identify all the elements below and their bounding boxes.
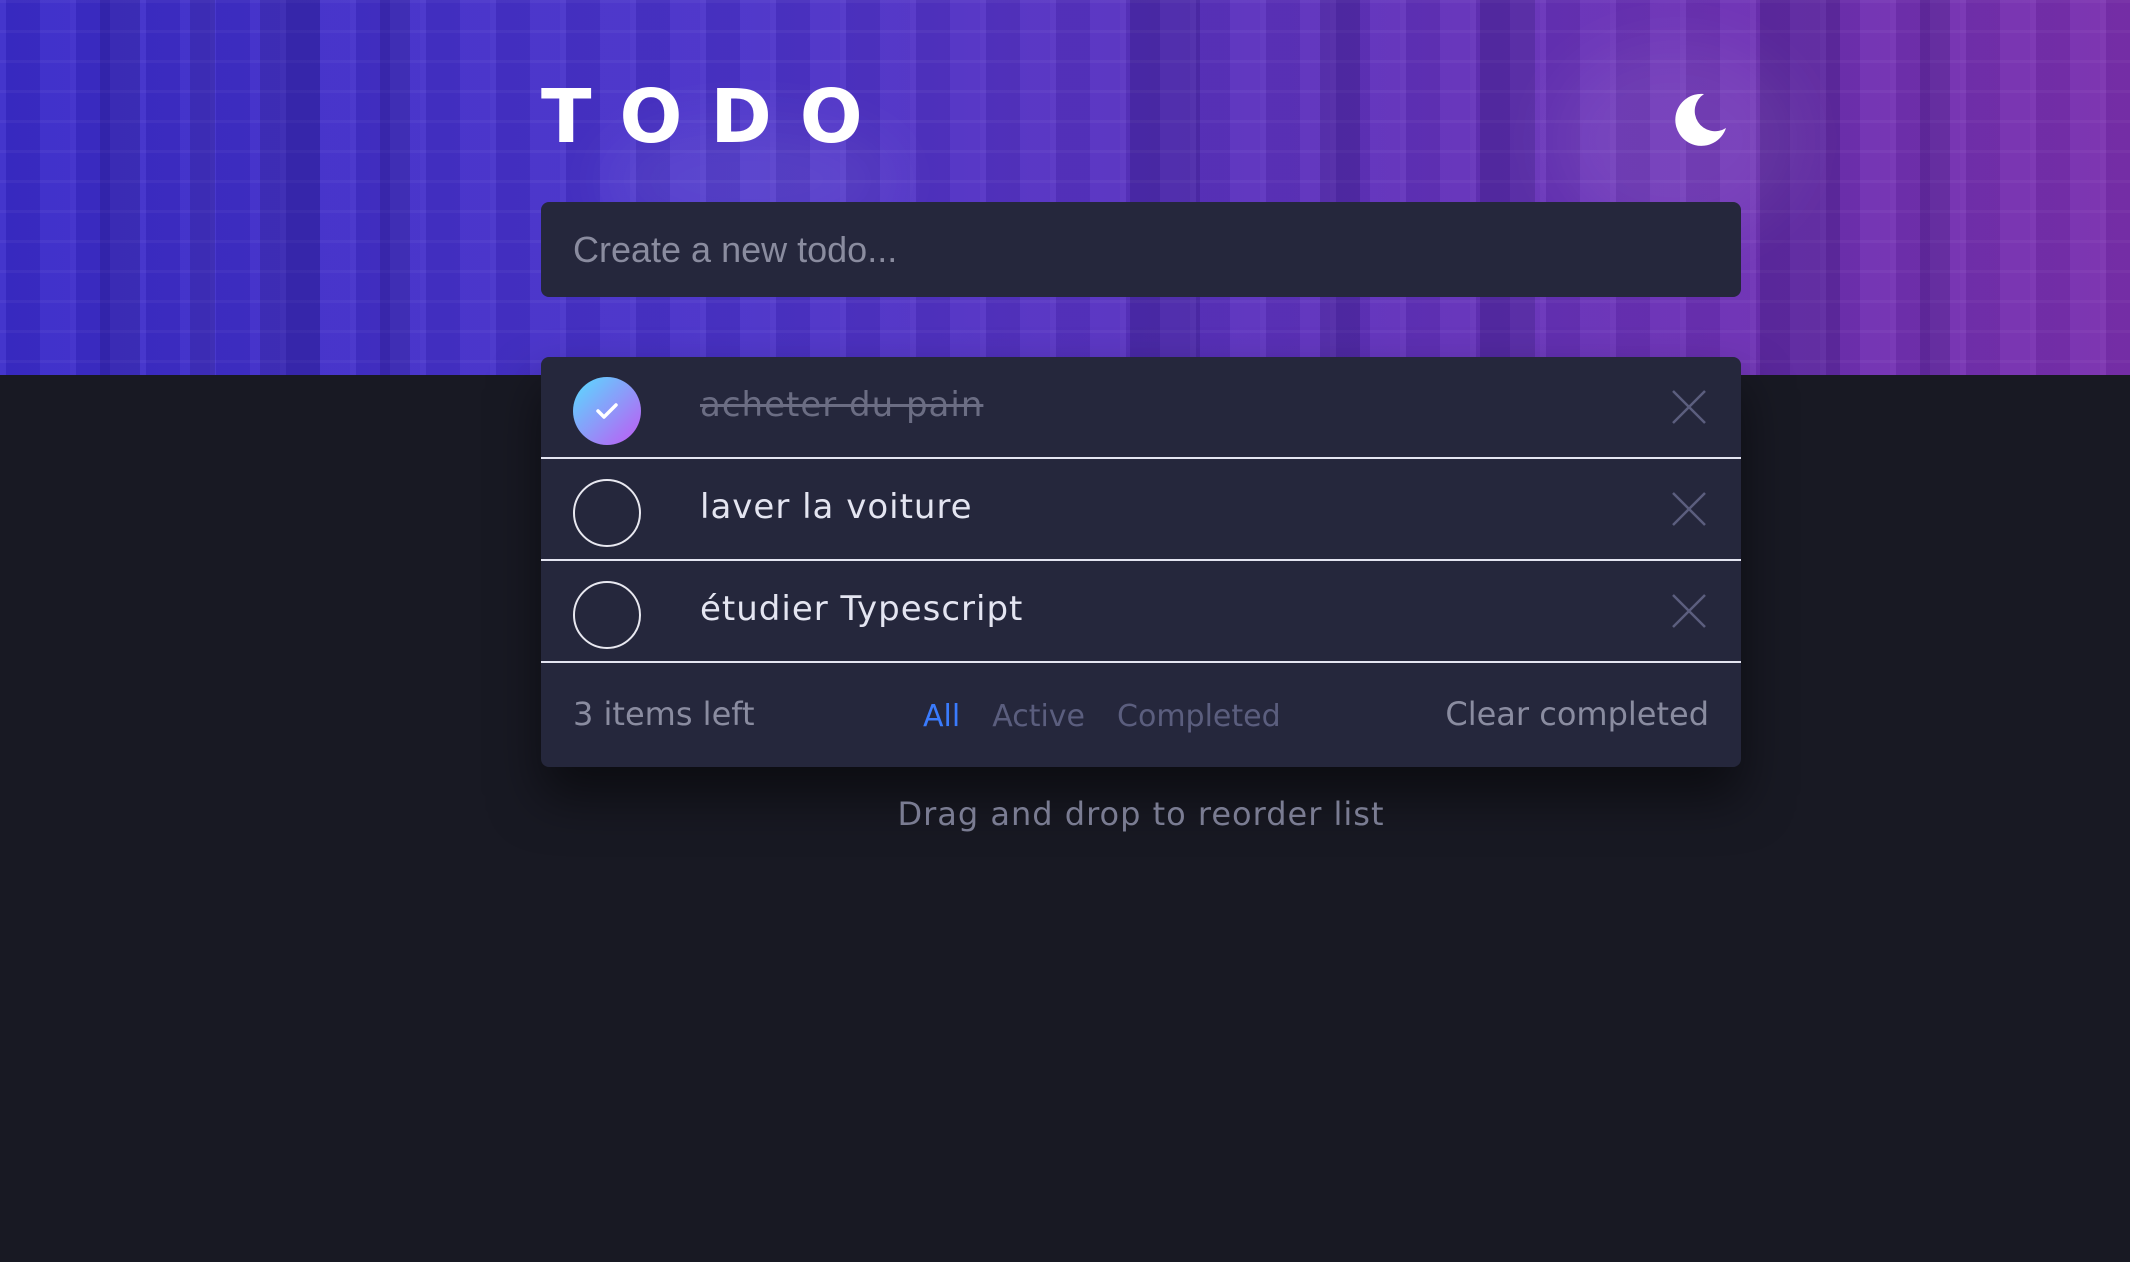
close-icon[interactable] xyxy=(1669,591,1709,631)
check-icon xyxy=(596,403,618,419)
todo-item[interactable]: laver la voiture xyxy=(541,459,1741,561)
new-todo-field[interactable] xyxy=(541,202,1741,297)
todo-item[interactable]: acheter du pain xyxy=(541,357,1741,459)
filter-group: All Active Completed xyxy=(923,699,1281,734)
close-icon[interactable] xyxy=(1669,387,1709,427)
filter-active[interactable]: Active xyxy=(992,699,1085,734)
header-background xyxy=(0,0,2130,375)
filter-all[interactable]: All xyxy=(923,699,960,734)
items-left-count: 3 items left xyxy=(573,695,755,733)
todo-text: étudier Typescript xyxy=(700,589,1024,629)
todo-text: acheter du pain xyxy=(700,385,984,425)
todo-checkbox[interactable] xyxy=(573,377,641,445)
todo-item[interactable]: étudier Typescript xyxy=(541,561,1741,663)
todo-list: acheter du pain laver la voiture étudier… xyxy=(541,357,1741,767)
todo-checkbox[interactable] xyxy=(573,479,641,547)
filter-completed[interactable]: Completed xyxy=(1117,699,1281,734)
moon-icon xyxy=(1675,93,1726,146)
drag-hint: Drag and drop to reorder list xyxy=(897,795,1385,833)
theme-toggle-button[interactable] xyxy=(1668,88,1728,148)
todo-checkbox[interactable] xyxy=(573,581,641,649)
clear-completed-button[interactable]: Clear completed xyxy=(1445,695,1709,733)
close-icon[interactable] xyxy=(1669,489,1709,529)
todo-text: laver la voiture xyxy=(700,487,973,527)
new-todo-input[interactable] xyxy=(541,202,1741,297)
list-footer: 3 items left All Active Completed Clear … xyxy=(541,663,1741,767)
app-title: TODO xyxy=(541,74,891,160)
